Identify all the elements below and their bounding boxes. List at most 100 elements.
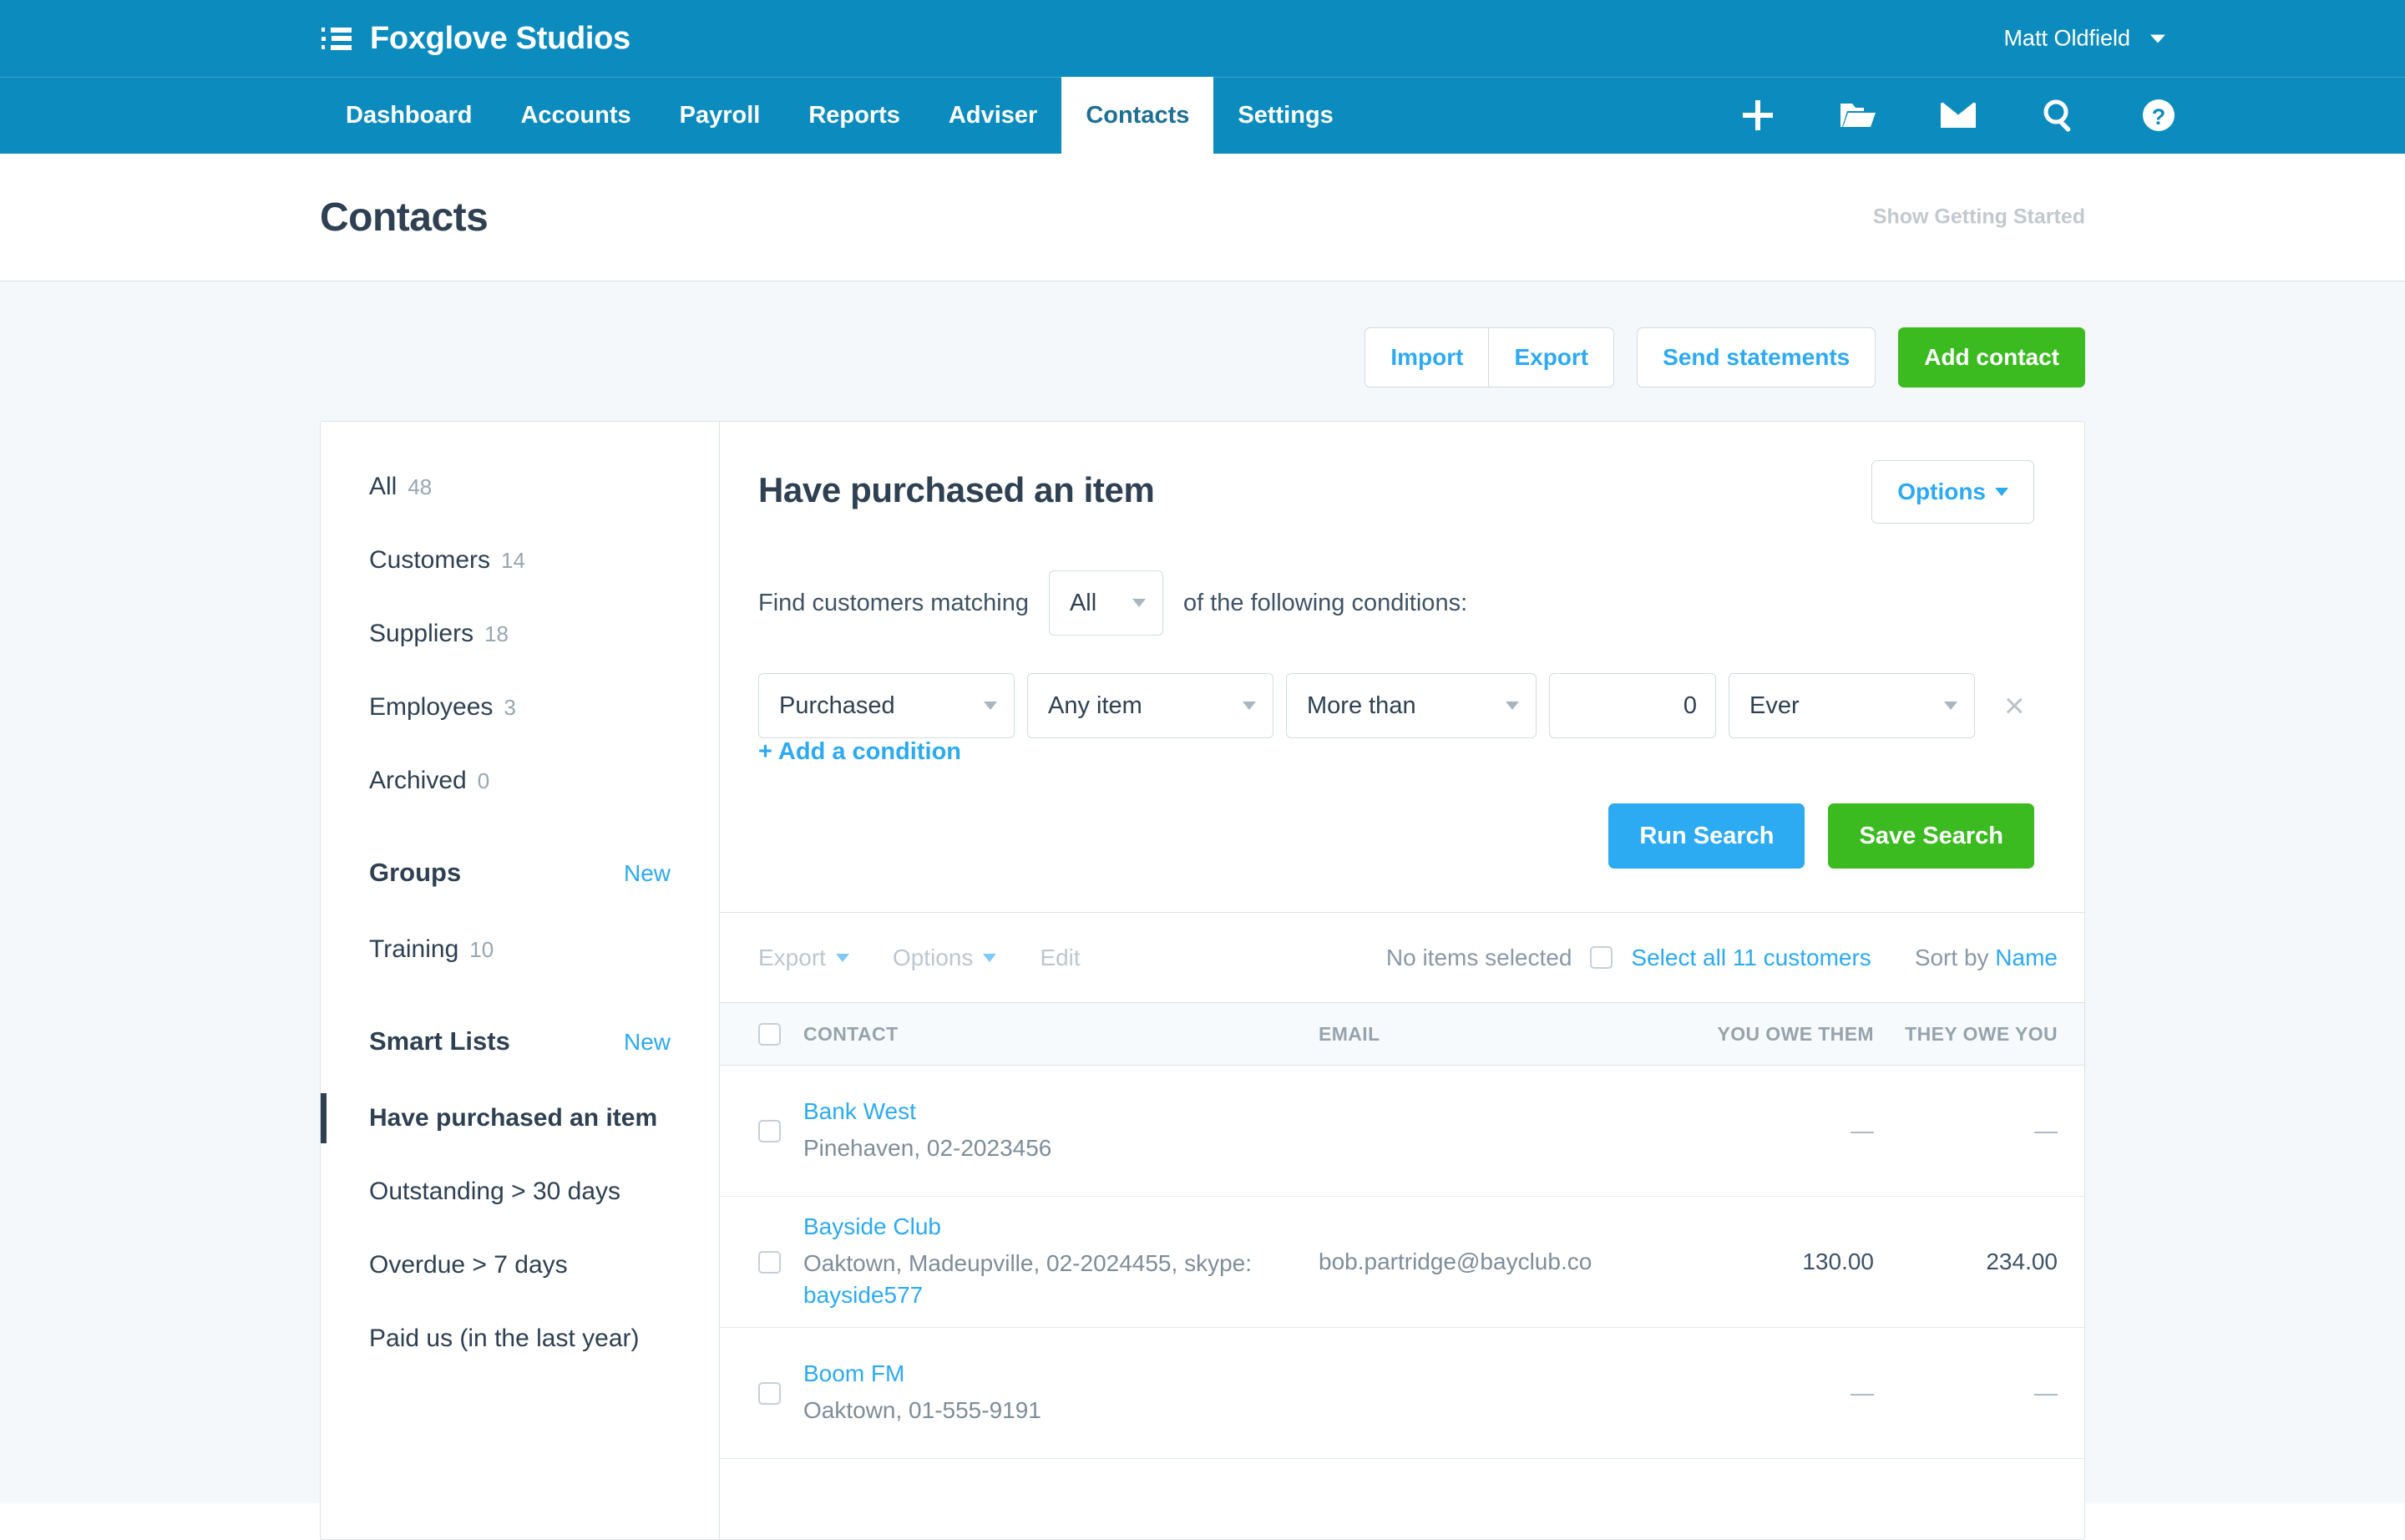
condition-field-value: Purchased [779, 692, 895, 720]
sidebar-item-label: Training [369, 913, 458, 986]
search-builder-header: Have purchased an item Options [758, 460, 2034, 524]
sidebar-item-training[interactable]: Training 10 [321, 913, 719, 986]
envelope-icon[interactable] [1939, 96, 1977, 134]
condition-operator-value: More than [1307, 692, 1416, 720]
sidebar-item-label: Suppliers [369, 597, 473, 671]
nav-item-dashboard[interactable]: Dashboard [322, 77, 496, 154]
export-button[interactable]: Export [1488, 327, 1614, 388]
import-button[interactable]: Import [1365, 327, 1488, 388]
brand[interactable]: Foxglove Studios [322, 21, 630, 57]
smart-lists-header: Smart Lists New [321, 1001, 719, 1082]
list-export-button[interactable]: Export [758, 945, 849, 971]
row-contact-cell: Boom FM Oaktown, 01-555-9191 [803, 1360, 1319, 1426]
add-condition-link[interactable]: + Add a condition [758, 738, 961, 765]
list-options-label: Options [893, 945, 974, 971]
row-you-owe-them: — [1686, 1380, 1874, 1406]
sidebar-item-employees[interactable]: Employees 3 [321, 671, 719, 744]
condition-value-input[interactable]: 0 [1549, 673, 1716, 738]
match-type-value: All [1070, 590, 1096, 617]
nav-item-payroll[interactable]: Payroll [656, 77, 785, 154]
chevron-down-icon [1243, 702, 1256, 710]
nav-item-adviser[interactable]: Adviser [924, 77, 1061, 154]
user-menu[interactable]: Matt Oldfield [2003, 26, 2165, 52]
condition-field-select[interactable]: Purchased [758, 673, 1015, 738]
sidebar-item-count: 48 [408, 450, 432, 524]
options-button[interactable]: Options [1871, 460, 2034, 524]
list-export-label: Export [758, 945, 826, 971]
action-button-bar: Import Export Send statements Add contac… [0, 281, 2405, 388]
chevron-down-icon [983, 954, 996, 962]
top-navigation-bar: Foxglove Studios Matt Oldfield Dashboard… [0, 0, 2405, 154]
table-row[interactable]: Bank West Pinehaven, 02-2023456 — — [720, 1066, 2084, 1197]
sidebar-item-label: Archived [369, 744, 467, 818]
sidebar-item-outstanding-30-days[interactable]: Outstanding > 30 days [321, 1155, 719, 1228]
search-icon[interactable] [2039, 96, 2078, 134]
sidebar-item-suppliers[interactable]: Suppliers 18 [321, 597, 719, 671]
help-icon[interactable]: ? [2139, 96, 2178, 134]
table-row[interactable]: Bayside Club Oaktown, Madeupville, 02-20… [720, 1197, 2084, 1328]
contacts-panel: All 48 Customers 14 Suppliers 18 Employe… [320, 421, 2085, 1540]
sidebar-item-count: 3 [504, 671, 515, 744]
row-checkbox[interactable] [758, 1120, 803, 1142]
list-edit-button[interactable]: Edit [1040, 945, 1080, 971]
groups-title: Groups [369, 833, 461, 913]
contact-name-link[interactable]: Bayside Club [803, 1213, 1319, 1240]
show-getting-started-link[interactable]: Show Getting Started [1873, 205, 2085, 230]
new-smart-list-link[interactable]: New [624, 1002, 671, 1082]
sidebar-item-count: 0 [478, 744, 489, 818]
sidebar-item-archived[interactable]: Archived 0 [321, 744, 719, 818]
new-group-link[interactable]: New [624, 833, 671, 914]
sort-by-value[interactable]: Name [1995, 945, 2058, 970]
sidebar-item-all[interactable]: All 48 [321, 450, 719, 524]
smart-list-title: Have purchased an item [758, 460, 1154, 510]
row-contact-cell: Bank West Pinehaven, 02-2023456 [803, 1098, 1319, 1164]
contact-meta: Pinehaven, 02-2023456 [803, 1135, 1051, 1161]
folder-icon[interactable] [1839, 96, 1877, 134]
row-they-owe-you: 234.00 [1874, 1249, 2058, 1275]
select-all-checkbox[interactable] [1590, 946, 1613, 969]
row-contact-cell: Bayside Club Oaktown, Madeupville, 02-20… [803, 1213, 1319, 1311]
sidebar-item-customers[interactable]: Customers 14 [321, 524, 719, 597]
nav-icon-group: ? [1739, 77, 2178, 154]
condition-row: Purchased Any item More than 0 [758, 673, 2034, 738]
nav-item-accounts[interactable]: Accounts [496, 77, 655, 154]
sidebar-item-label: Overdue > 7 days [369, 1228, 568, 1302]
sidebar-item-have-purchased-an-item[interactable]: Have purchased an item [321, 1082, 719, 1155]
contact-skype-link[interactable]: bayside577 [803, 1282, 923, 1308]
chevron-down-icon [1506, 702, 1519, 710]
main-nav-row: Dashboard Accounts Payroll Reports Advis… [0, 77, 2405, 154]
nav-item-settings[interactable]: Settings [1213, 77, 1357, 154]
contact-name-link[interactable]: Bank West [803, 1098, 1319, 1125]
chevron-down-icon [1132, 599, 1146, 607]
add-contact-button[interactable]: Add contact [1898, 327, 2085, 388]
sidebar-item-label: All [369, 450, 397, 524]
row-checkbox[interactable] [758, 1382, 803, 1405]
header-select-all-checkbox[interactable] [758, 1023, 803, 1046]
list-options-button[interactable]: Options [893, 945, 997, 971]
run-search-button[interactable]: Run Search [1608, 803, 1805, 869]
nav-item-contacts[interactable]: Contacts [1061, 77, 1213, 154]
row-checkbox[interactable] [758, 1251, 803, 1274]
search-action-row: Run Search Save Search [758, 803, 2034, 912]
table-row[interactable]: Boom FM Oaktown, 01-555-9191 — — [720, 1328, 2084, 1459]
match-type-select[interactable]: All [1049, 570, 1163, 636]
chevron-down-icon [2150, 34, 2165, 43]
svg-text:?: ? [2152, 104, 2166, 129]
sidebar-item-overdue-7-days[interactable]: Overdue > 7 days [321, 1228, 719, 1302]
save-search-button[interactable]: Save Search [1828, 803, 2034, 869]
nav-item-reports[interactable]: Reports [784, 77, 924, 154]
condition-period-select[interactable]: Ever [1729, 673, 1975, 738]
sidebar-item-paid-us-last-year[interactable]: Paid us (in the last year) [321, 1302, 719, 1375]
select-all-link[interactable]: Select all 11 customers [1631, 945, 1871, 971]
condition-operator-select[interactable]: More than [1286, 673, 1537, 738]
send-statements-button[interactable]: Send statements [1637, 327, 1876, 388]
remove-condition-icon[interactable]: × [2004, 688, 2025, 723]
condition-item-select[interactable]: Any item [1027, 673, 1273, 738]
contact-name-link[interactable]: Boom FM [803, 1360, 1319, 1387]
chevron-down-icon [836, 954, 849, 962]
selection-status: No items selected [1386, 945, 1572, 971]
plus-icon[interactable] [1739, 96, 1777, 134]
contact-meta: Oaktown, 01-555-9191 [803, 1397, 1041, 1423]
row-email: bob.partridge@bayclub.co [1319, 1249, 1686, 1275]
page-title-bar: Contacts Show Getting Started [0, 154, 2405, 281]
